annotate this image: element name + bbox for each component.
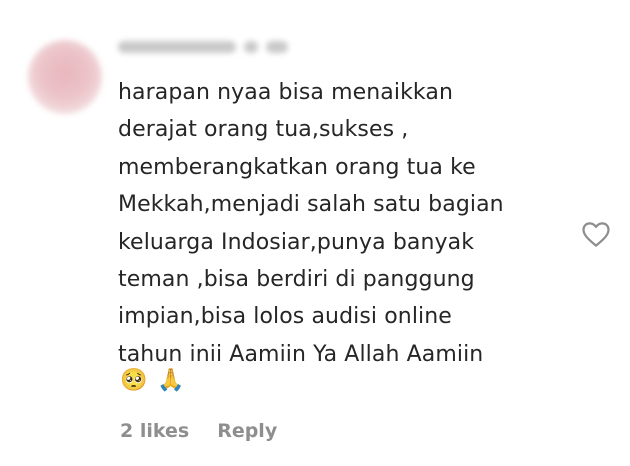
emoji-row: 🥺 🙏 <box>120 366 185 396</box>
comment-text: harapan nyaa bisa menaikkan derajat oran… <box>118 74 588 373</box>
comment-meta: 2 likes Reply <box>120 420 277 442</box>
comment-text-line: keluarga Indosiar,punya banyak <box>118 229 475 255</box>
heart-outline-icon[interactable] <box>581 220 611 248</box>
folded-hands-emoji: 🙏 <box>157 368 185 393</box>
pleading-face-emoji: 🥺 <box>120 368 148 393</box>
reply-button[interactable]: Reply <box>217 420 277 442</box>
comment-text-line: memberangkatkan orang tua ke <box>118 154 476 180</box>
comment: harapan nyaa bisa menaikkan derajat oran… <box>0 0 630 466</box>
likes-count[interactable]: 2 likes <box>120 420 189 442</box>
comment-text-line: Mekkah,menjadi salah satu bagian <box>118 192 504 218</box>
username-blurred[interactable] <box>118 36 298 58</box>
comment-text-line: tahun inii Aamiin Ya Allah Aamiin <box>118 341 484 367</box>
comment-text-line: derajat orang tua,sukses , <box>118 117 409 143</box>
comment-text-line: harapan nyaa bisa menaikkan <box>118 80 453 105</box>
comment-text-line: teman ,bisa berdiri di panggung <box>118 267 475 293</box>
avatar[interactable] <box>28 40 102 114</box>
heart-outline-icon-svg <box>582 222 610 247</box>
comment-text-line: impian,bisa lolos audisi online <box>118 304 452 330</box>
